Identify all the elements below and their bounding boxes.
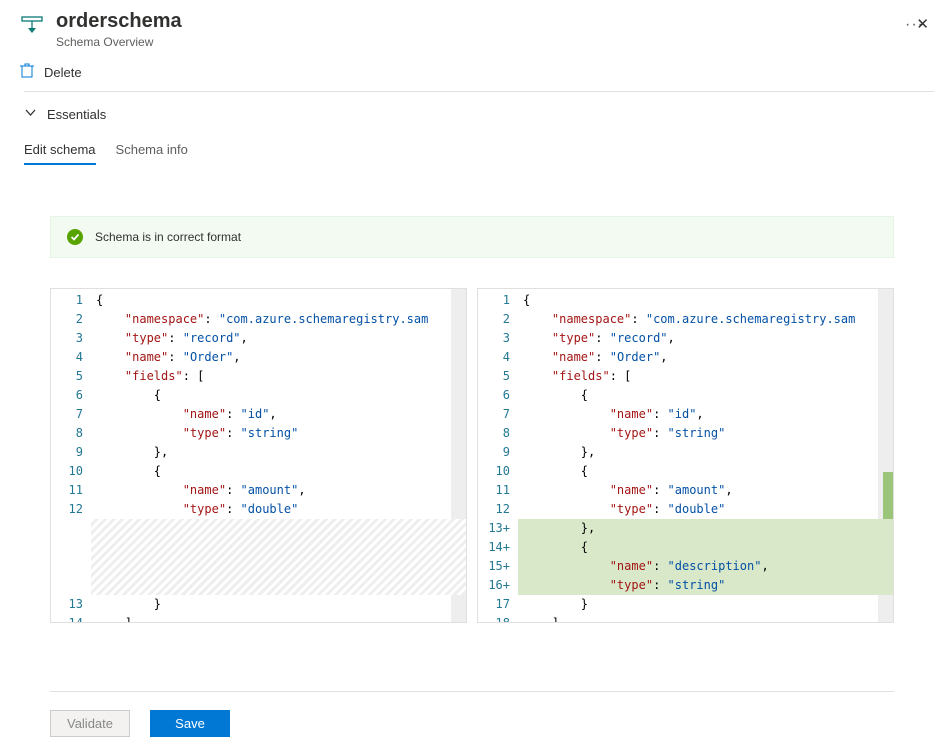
code-line[interactable]: "name": "id", (96, 405, 466, 424)
editor-left[interactable]: 1234567891011121314 { "namespace": "com.… (50, 288, 467, 623)
line-number: 8 (51, 424, 91, 443)
code-line[interactable]: "name": "amount", (523, 481, 893, 500)
editor-right[interactable]: 123456789101112131415161718 { "namespace… (477, 288, 894, 623)
code-line[interactable]: "name": "description", (518, 557, 894, 576)
checkmark-icon (67, 229, 83, 245)
line-number: 5 (51, 367, 91, 386)
line-number: 5 (478, 367, 518, 386)
schema-icon (20, 14, 44, 38)
line-number: 3 (51, 329, 91, 348)
code-line[interactable]: "name": "amount", (96, 481, 466, 500)
tab-bar: Edit schema Schema info (0, 136, 944, 166)
line-number: 9 (478, 443, 518, 462)
code-line[interactable]: "name": "id", (523, 405, 893, 424)
code-line[interactable]: } (96, 595, 466, 614)
page-title: orderschema (56, 10, 895, 33)
close-button[interactable]: ✕ (916, 15, 929, 33)
line-number: 10 (51, 462, 91, 481)
tab-schema-info[interactable]: Schema info (116, 136, 188, 165)
line-number: 15 (478, 557, 518, 576)
code-line[interactable]: "type": "record", (523, 329, 893, 348)
code-line[interactable]: ] (96, 614, 466, 623)
line-number: 10 (478, 462, 518, 481)
line-number: 4 (51, 348, 91, 367)
footer: Validate Save (50, 691, 894, 737)
code-line[interactable]: "fields": [ (96, 367, 466, 386)
line-number: 6 (51, 386, 91, 405)
line-number: 12 (51, 500, 91, 519)
line-number: 8 (478, 424, 518, 443)
line-number: 7 (51, 405, 91, 424)
line-number: 1 (51, 291, 91, 310)
code-line[interactable]: } (523, 595, 893, 614)
line-number: 14 (478, 538, 518, 557)
diff-editors: 1234567891011121314 { "namespace": "com.… (50, 288, 894, 623)
code-line[interactable]: { (96, 291, 466, 310)
code-line[interactable]: "name": "Order", (96, 348, 466, 367)
line-number: 13 (478, 519, 518, 538)
status-message: Schema is in correct format (95, 230, 241, 244)
code-line[interactable]: "fields": [ (523, 367, 893, 386)
code-line[interactable]: "name": "Order", (523, 348, 893, 367)
essentials-label: Essentials (47, 107, 106, 122)
delete-button[interactable]: Delete (0, 49, 944, 91)
code-line[interactable]: { (96, 462, 466, 481)
footer-divider (50, 691, 894, 692)
code-line[interactable]: { (523, 462, 893, 481)
line-number: 2 (51, 310, 91, 329)
line-number: 16 (478, 576, 518, 595)
content-area: Schema is in correct format 123456789101… (0, 166, 944, 643)
code-line[interactable]: "type": "double" (96, 500, 466, 519)
essentials-toggle[interactable]: Essentials (0, 92, 944, 136)
line-number: 4 (478, 348, 518, 367)
line-number: 1 (478, 291, 518, 310)
delete-label: Delete (44, 65, 82, 80)
line-number: 11 (478, 481, 518, 500)
code-line[interactable]: "type": "double" (523, 500, 893, 519)
save-button[interactable]: Save (150, 710, 230, 737)
line-number: 17 (478, 595, 518, 614)
line-number: 14 (51, 614, 91, 623)
code-line[interactable]: "type": "string" (96, 424, 466, 443)
code-line[interactable]: }, (518, 519, 894, 538)
code-line[interactable]: }, (96, 443, 466, 462)
line-number: 6 (478, 386, 518, 405)
code-line[interactable]: { (518, 538, 894, 557)
panel-header: orderschema Schema Overview ··· (0, 0, 944, 49)
validation-status: Schema is in correct format (50, 216, 894, 258)
line-number: 11 (51, 481, 91, 500)
code-line[interactable]: "type": "string" (518, 576, 894, 595)
line-number: 3 (478, 329, 518, 348)
page-subtitle: Schema Overview (56, 35, 895, 49)
line-number: 9 (51, 443, 91, 462)
code-line[interactable]: "namespace": "com.azure.schemaregistry.s… (523, 310, 893, 329)
tab-edit-schema[interactable]: Edit schema (24, 136, 96, 165)
chevron-down-icon (24, 106, 47, 122)
code-line[interactable]: "type": "string" (523, 424, 893, 443)
line-number: 13 (51, 595, 91, 614)
code-line[interactable]: { (523, 386, 893, 405)
code-line[interactable]: }, (523, 443, 893, 462)
code-line[interactable]: "namespace": "com.azure.schemaregistry.s… (96, 310, 466, 329)
code-line[interactable]: { (523, 291, 893, 310)
line-number: 7 (478, 405, 518, 424)
code-line[interactable]: "type": "record", (96, 329, 466, 348)
validate-button[interactable]: Validate (50, 710, 130, 737)
line-number: 18 (478, 614, 518, 623)
line-number: 2 (478, 310, 518, 329)
line-number: 12 (478, 500, 518, 519)
trash-icon (20, 63, 44, 81)
code-line[interactable]: ] (523, 614, 893, 623)
code-line[interactable]: { (96, 386, 466, 405)
scrollbar[interactable] (928, 90, 944, 752)
